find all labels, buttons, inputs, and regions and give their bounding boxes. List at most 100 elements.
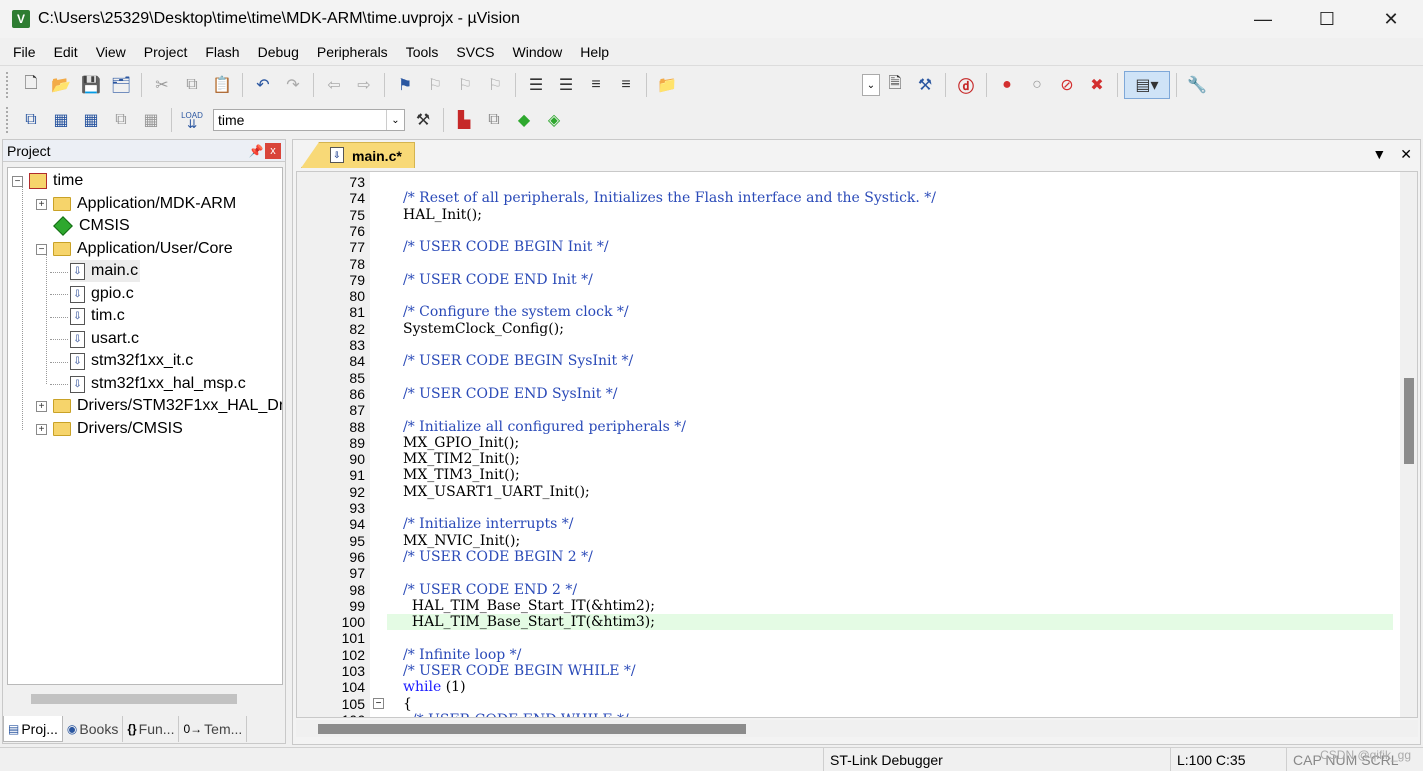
bookmark-toggle-icon[interactable]: ⚑ [391, 71, 419, 99]
insert-breakpoint-icon[interactable]: ● [993, 71, 1021, 99]
scrollbar-thumb[interactable] [1404, 378, 1414, 464]
uncomment-icon[interactable]: ≡ [612, 71, 640, 99]
scrollbar-thumb[interactable] [318, 724, 746, 734]
save-all-icon[interactable]: 🗂 [107, 71, 135, 99]
target-select[interactable]: time ⌄ [213, 109, 405, 131]
toolbar-grip[interactable] [6, 107, 12, 133]
code-line[interactable]: 89 MX_GPIO_Init(); [297, 435, 1397, 451]
tab-project[interactable]: ▤ Proj... [3, 716, 63, 742]
menu-project[interactable]: Project [135, 44, 197, 60]
undo-icon[interactable]: ↶ [249, 71, 277, 99]
scrollbar-thumb[interactable] [31, 694, 237, 704]
tree-file-stm32f1xx-it-c[interactable]: ⇩ stm32f1xx_it.c [70, 350, 193, 372]
code-line[interactable]: 106 /* USER CODE END WHILE */ [297, 712, 1397, 717]
manage-multi-project-icon[interactable]: ⧉ [480, 106, 508, 134]
editor-horizontal-scrollbar[interactable] [296, 720, 1418, 737]
unindent-icon[interactable]: ☰ [552, 71, 580, 99]
minimize-button[interactable]: — [1231, 0, 1295, 38]
bookmark-next-icon[interactable]: ⚐ [451, 71, 479, 99]
download-icon[interactable]: LOAD ⇊ [178, 106, 206, 134]
code-line[interactable]: 90 MX_TIM2_Init(); [297, 451, 1397, 467]
pin-icon[interactable]: 📌 [247, 144, 265, 158]
tree-group-application-mdk-arm[interactable]: + Application/MDK-ARM [36, 193, 236, 215]
code-line[interactable]: 97 [297, 565, 1397, 581]
enable-breakpoint-icon[interactable]: ○ [1023, 71, 1051, 99]
cut-icon[interactable]: ✂ [148, 71, 176, 99]
toolbar-grip[interactable] [6, 72, 12, 98]
code-line[interactable]: 91 MX_TIM3_Init(); [297, 467, 1397, 483]
menu-window[interactable]: Window [504, 44, 572, 60]
tree-item-cmsis[interactable]: CMSIS [53, 215, 130, 237]
code-line[interactable]: 84 /* USER CODE BEGIN SysInit */ [297, 353, 1397, 369]
menu-help[interactable]: Help [571, 44, 618, 60]
code-line[interactable]: 100 HAL_TIM_Base_Start_IT(&htim3); [297, 614, 1397, 631]
project-tree-horizontal-scrollbar[interactable] [7, 690, 283, 706]
pack-installer-icon[interactable]: ◈ [540, 106, 568, 134]
code-line[interactable]: 92 MX_USART1_UART_Init(); [297, 484, 1397, 500]
batch-build-icon[interactable]: ⧉ [107, 106, 135, 134]
start-debug-icon[interactable]: ⓓ [952, 71, 980, 99]
tree-root-time[interactable]: − time [12, 170, 83, 192]
code-line[interactable]: 104 while (1) [297, 679, 1397, 695]
tree-file-main-c[interactable]: ⇩ main.c [70, 260, 141, 282]
code-line[interactable]: 77 /* USER CODE BEGIN Init */ [297, 239, 1397, 255]
rebuild-icon[interactable]: ▦ [77, 106, 105, 134]
incremental-find-icon[interactable]: ⚒ [911, 71, 939, 99]
tree-group-drivers-cmsis[interactable]: + Drivers/CMSIS [36, 418, 183, 440]
code-line[interactable]: 76 [297, 223, 1397, 239]
target-options-icon[interactable]: ⚒ [409, 106, 437, 134]
code-line[interactable]: 99 HAL_TIM_Base_Start_IT(&htim2); [297, 598, 1397, 614]
close-window-button[interactable]: ✕ [1359, 0, 1423, 38]
indent-icon[interactable]: ☰ [522, 71, 550, 99]
open-folder-icon[interactable]: 📂 [47, 71, 75, 99]
editor-vertical-scrollbar[interactable] [1400, 172, 1417, 717]
collapse-icon[interactable]: − [12, 175, 23, 187]
code-line[interactable]: 75 HAL_Init(); [297, 207, 1397, 223]
code-line[interactable]: 102 /* Infinite loop */ [297, 647, 1397, 663]
menu-file[interactable]: File [4, 44, 45, 60]
menu-debug[interactable]: Debug [249, 44, 308, 60]
find-combo[interactable]: ⌄ [862, 74, 880, 96]
tree-group-application-user-core[interactable]: − Application/User/Core [36, 238, 233, 260]
tree-group-drivers-stm32f1xx-hal[interactable]: + Drivers/STM32F1xx_HAL_Dr [36, 395, 282, 417]
collapse-icon[interactable]: − [36, 243, 47, 255]
editor-tab-main-c[interactable]: ⇩ main.c* [301, 142, 415, 168]
chevron-down-icon[interactable]: ⌄ [863, 75, 879, 95]
new-file-icon[interactable]: 🗋 [17, 71, 45, 99]
find-in-files-icon[interactable]: 📁 [653, 71, 681, 99]
menu-flash[interactable]: Flash [196, 44, 248, 60]
navigate-back-icon[interactable]: ⇦ [320, 71, 348, 99]
code-line[interactable]: 80 [297, 288, 1397, 304]
manage-project-items-icon[interactable]: ▙ [450, 106, 478, 134]
menu-peripherals[interactable]: Peripherals [308, 44, 397, 60]
translate-icon[interactable]: ⧉ [17, 106, 45, 134]
expand-icon[interactable]: + [36, 198, 47, 210]
fold-toggle-icon[interactable]: − [373, 697, 384, 709]
code-line[interactable]: 85 [297, 370, 1397, 386]
code-line[interactable]: 79 /* USER CODE END Init */ [297, 272, 1397, 288]
code-line[interactable]: 73 [297, 174, 1397, 190]
close-tab-icon[interactable]: ✕ [1400, 146, 1412, 163]
maximize-button[interactable]: ☐ [1295, 0, 1359, 38]
comment-icon[interactable]: ≡ [582, 71, 610, 99]
code-line[interactable]: 82 SystemClock_Config(); [297, 321, 1397, 337]
tree-file-gpio-c[interactable]: ⇩ gpio.c [70, 283, 134, 305]
code-line[interactable]: 105− { [297, 696, 1397, 712]
build-icon[interactable]: ▦ [47, 106, 75, 134]
code-line[interactable]: 93 [297, 500, 1397, 516]
code-line[interactable]: 103 /* USER CODE BEGIN WHILE */ [297, 663, 1397, 679]
menu-edit[interactable]: Edit [45, 44, 87, 60]
menu-tools[interactable]: Tools [397, 44, 448, 60]
disable-breakpoints-icon[interactable]: ⊘ [1053, 71, 1081, 99]
code-line[interactable]: 86 /* USER CODE END SysInit */ [297, 386, 1397, 402]
configure-icon[interactable]: 🔧 [1183, 71, 1211, 99]
find-icon[interactable]: 🗎 [881, 71, 909, 99]
tree-file-stm32f1xx-hal-msp-c[interactable]: ⇩ stm32f1xx_hal_msp.c [70, 373, 246, 395]
tab-list-dropdown-icon[interactable]: ▼ [1372, 146, 1386, 163]
menu-svcs[interactable]: SVCS [447, 44, 503, 60]
code-line[interactable]: 88 /* Initialize all configured periphera… [297, 419, 1397, 435]
tab-functions[interactable]: {} Fun... [123, 716, 180, 742]
navigate-forward-icon[interactable]: ⇨ [350, 71, 378, 99]
expand-icon[interactable]: + [36, 400, 47, 412]
code-line[interactable]: 96 /* USER CODE BEGIN 2 */ [297, 549, 1397, 565]
